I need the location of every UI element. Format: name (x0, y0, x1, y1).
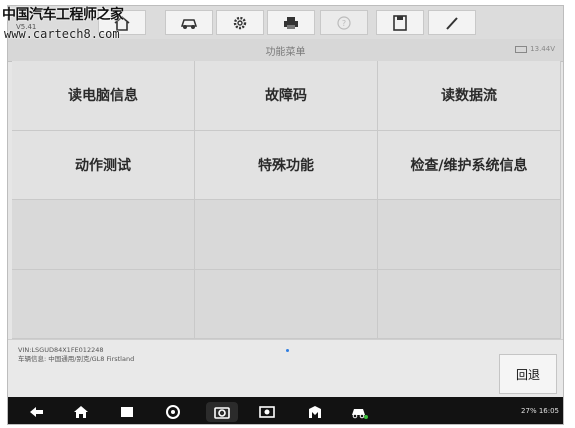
vehicle-button[interactable] (165, 10, 213, 35)
printer-icon (284, 16, 298, 29)
home-nav-icon[interactable] (70, 402, 92, 422)
menu-item-read-ecu-info[interactable]: 读电脑信息 (12, 61, 195, 131)
edit-button[interactable] (428, 10, 476, 35)
page-indicator (286, 349, 289, 352)
menu-empty-cell (195, 200, 378, 270)
battery-icon (515, 45, 528, 53)
help-button[interactable]: ? (320, 10, 368, 35)
menu-item-inspection-maintenance-info[interactable]: 检查/维护系统信息 (378, 130, 561, 200)
function-menu-grid: 读电脑信息 故障码 读数据流 动作测试 特殊功能 检查/维护系统信息 (12, 61, 561, 339)
menu-item-actuation-test[interactable]: 动作测试 (12, 130, 195, 200)
save-icon (393, 14, 407, 31)
title-bar: 功能菜单 13.44V (8, 39, 563, 62)
menu-item-special-functions[interactable]: 特殊功能 (195, 130, 378, 200)
help-icon: ? (337, 15, 351, 30)
settings-gear-icon (233, 16, 247, 29)
watermark-url: www.cartech8.com (4, 27, 120, 41)
car-icon (180, 18, 198, 29)
android-nav-bar: 27% 16:05 (8, 397, 563, 424)
vehicle-info: VIN:LSGUD84X1FE012248 车辆信息: 中国通用/别克/GL8 … (18, 346, 134, 364)
menu-empty-cell (12, 200, 195, 270)
back-button[interactable]: 回退 (499, 354, 557, 394)
footer-bar: VIN:LSGUD84X1FE012248 车辆信息: 中国通用/别克/GL8 … (8, 339, 563, 398)
voltage-indicator: 13.44V (515, 45, 555, 53)
page-title: 功能菜单 (265, 47, 306, 58)
back-arrow-icon[interactable] (26, 402, 48, 422)
save-button[interactable] (376, 10, 424, 35)
menu-empty-cell (195, 269, 378, 339)
app-window: V5.41 ? 功能菜单 13.44V 读电脑信息 故障码 读数据流 动作测试 … (7, 5, 564, 425)
screen-mirror-icon[interactable] (256, 402, 278, 422)
browser-icon[interactable] (162, 402, 184, 422)
pen-icon (446, 16, 458, 30)
status-area: 27% 16:05 (521, 407, 559, 415)
menu-empty-cell (12, 269, 195, 339)
camera-icon[interactable] (206, 402, 238, 422)
print-button[interactable] (267, 10, 315, 35)
voltage-value: 13.44V (530, 45, 555, 53)
menu-item-fault-codes[interactable]: 故障码 (195, 61, 378, 131)
menu-item-read-data-stream[interactable]: 读数据流 (378, 61, 561, 131)
watermark-site-name: 中国汽车工程师之家 (2, 7, 124, 23)
recent-apps-icon[interactable] (116, 402, 138, 422)
settings-button[interactable] (216, 10, 264, 35)
vehicle-info-text: 车辆信息: 中国通用/别克/GL8 Firstland (18, 355, 135, 363)
menu-empty-cell (378, 269, 561, 339)
svg-text:?: ? (342, 19, 346, 28)
vin-text: VIN:LSGUD84X1FE012248 (18, 346, 104, 354)
maintenance-icon[interactable] (304, 402, 326, 422)
menu-empty-cell (378, 200, 561, 270)
vehicle-connect-icon[interactable] (348, 402, 370, 422)
